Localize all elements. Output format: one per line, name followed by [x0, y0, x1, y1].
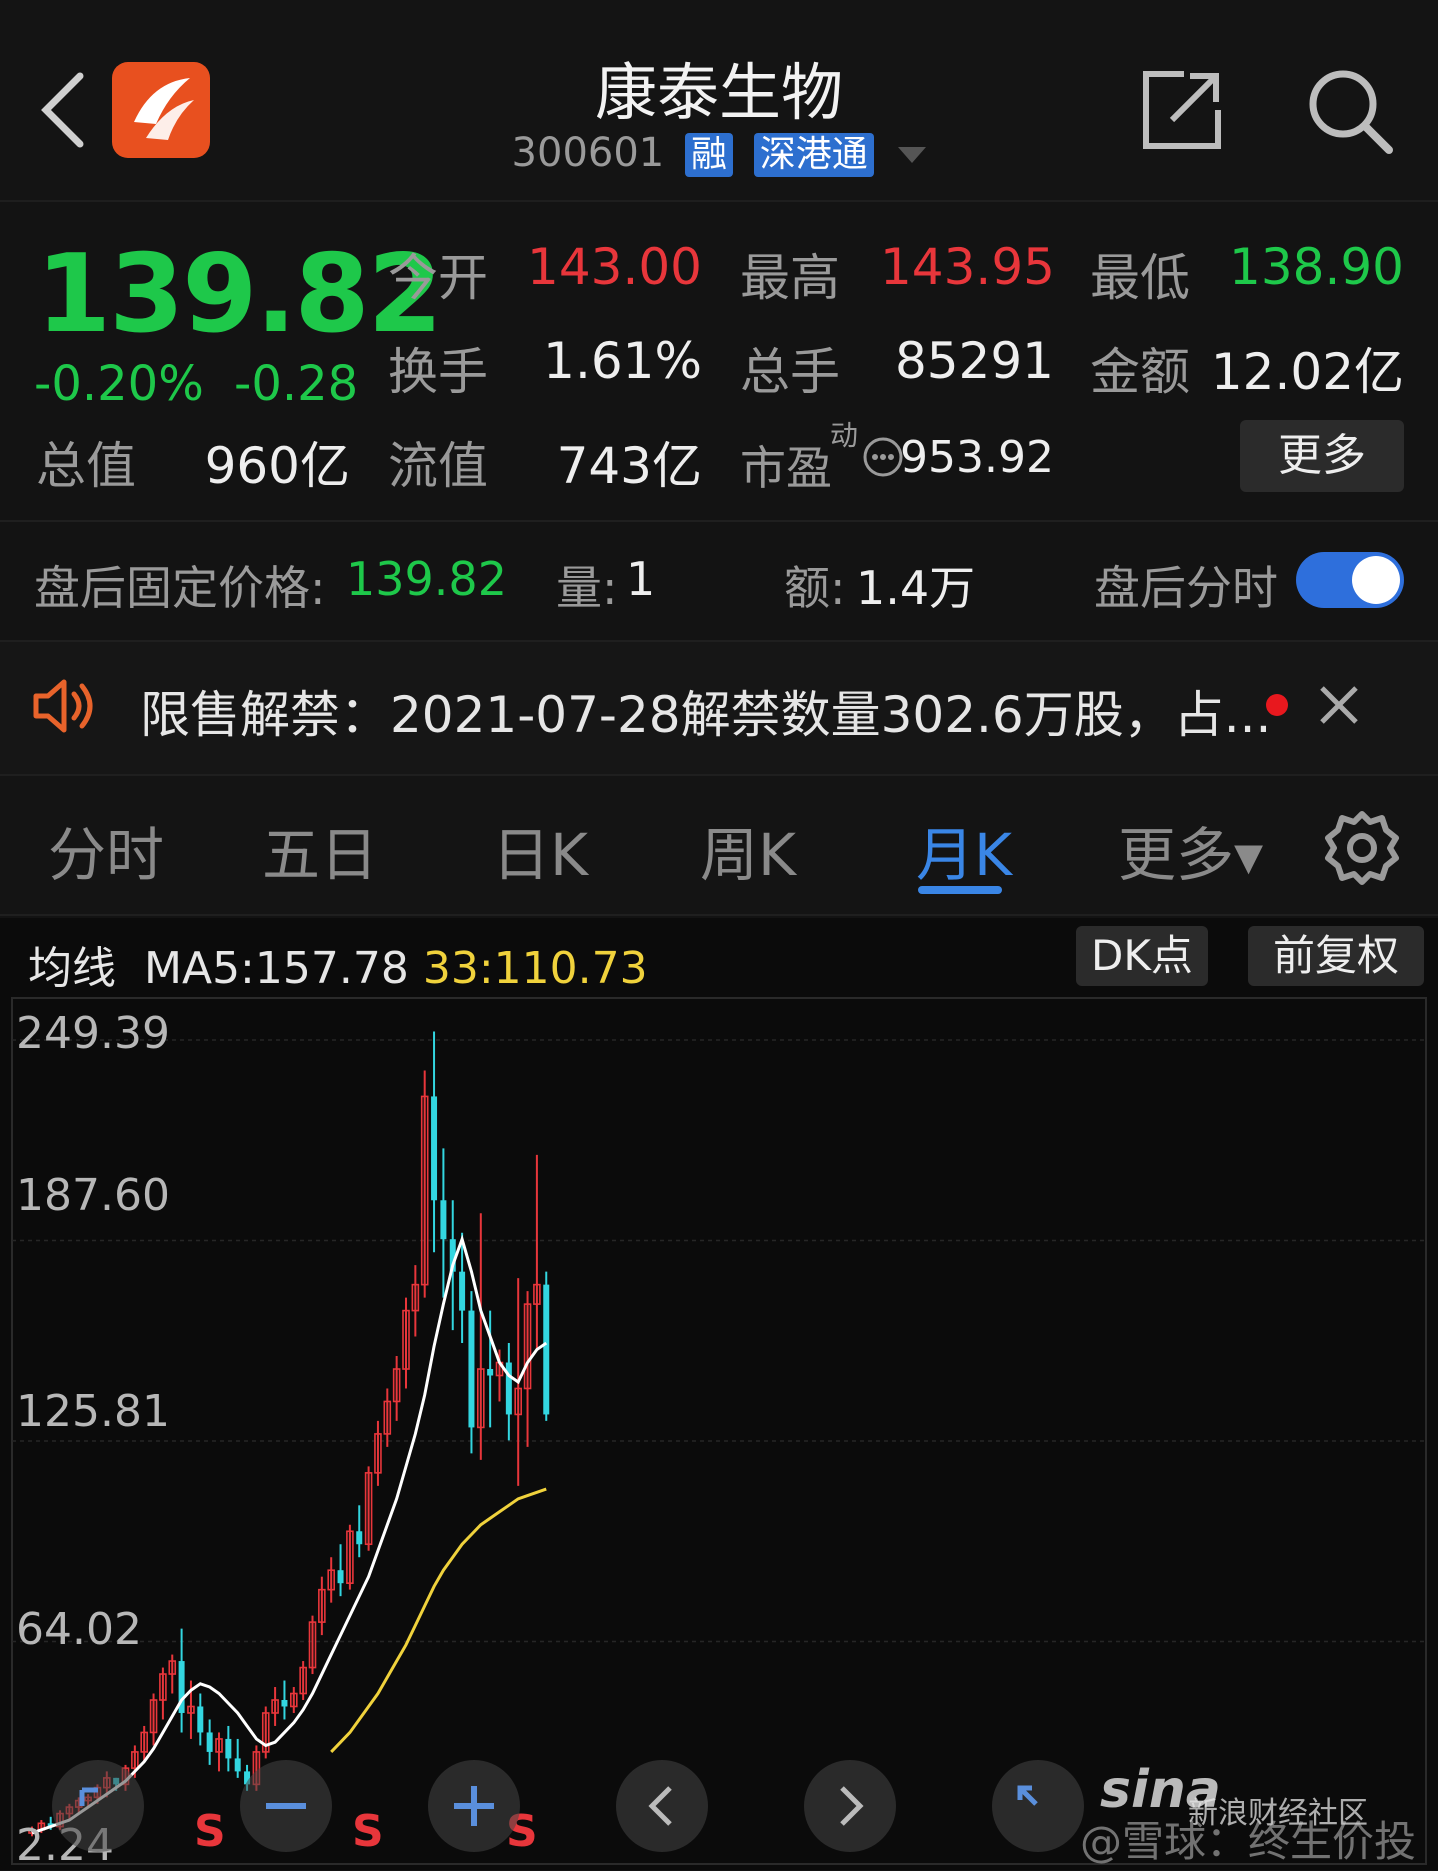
candle-body [206, 1732, 213, 1752]
y-tick-label: 249.39 [16, 1008, 170, 1059]
chevron-right-icon [840, 1786, 864, 1826]
arrows-icon [1017, 1785, 1038, 1806]
candle-body [431, 1096, 438, 1201]
xueqiu-watermark: @雪球：终生价投 [1080, 1817, 1417, 1866]
toggle-knob [1352, 556, 1400, 604]
y-tick-label: 64.02 [16, 1604, 142, 1655]
divider [0, 520, 1438, 522]
low-label: 最低 [1090, 249, 1190, 307]
share-icon[interactable] [1140, 68, 1224, 152]
more-dots-icon[interactable] [862, 436, 904, 478]
turnover-value: 1.61% [543, 332, 702, 390]
y-tick-label: 187.60 [16, 1170, 170, 1221]
tag-margin: 融 [684, 133, 733, 177]
chevron-left-icon [648, 1786, 672, 1826]
turnover-label: 换手 [388, 343, 488, 401]
change-pct: -0.20% [34, 356, 204, 412]
dk-point-button[interactable]: DK点 [1076, 926, 1208, 986]
adjust-button[interactable]: 前复权 [1248, 926, 1424, 986]
search-icon[interactable] [1305, 66, 1395, 156]
plus-icon [454, 1786, 494, 1826]
high-value: 143.95 [880, 238, 1055, 296]
pe-value: 953.92 [900, 432, 1054, 483]
tab-five-day[interactable]: 五日 [262, 808, 378, 892]
ma-legend: 均线 MA5:157.78 33:110.73 [28, 932, 648, 996]
tab-weekly-k[interactable]: 周K [700, 808, 796, 892]
candle-body [459, 1271, 466, 1311]
tab-intraday[interactable]: 分时 [48, 808, 164, 892]
ma33-line [330, 1487, 547, 1753]
high-label: 最高 [740, 249, 840, 307]
amount-value: 12.02亿 [1210, 343, 1404, 401]
ma5-value: MA5:157.78 [144, 943, 409, 994]
afterhours-amt-label: 额: [784, 561, 846, 615]
more-button[interactable]: 更多 [1240, 420, 1404, 492]
float-label: 流值 [388, 437, 488, 495]
chevron-down-icon[interactable] [898, 147, 927, 163]
gear-icon[interactable] [1324, 810, 1400, 886]
open-label: 今开 [388, 249, 488, 307]
afterhours-vol-label: 量: [556, 561, 618, 615]
low-value: 138.90 [1229, 238, 1404, 296]
kline-plot[interactable] [10, 996, 1428, 1866]
candle-body [440, 1200, 447, 1240]
active-tab-indicator [918, 886, 1002, 894]
candle-body [487, 1369, 494, 1376]
minus-icon [266, 1803, 306, 1809]
scroll-right-button[interactable] [804, 1760, 896, 1852]
sell-signal-marker: S [194, 1806, 226, 1857]
afterhours-price-label: 盘后固定价格: [34, 561, 326, 615]
pe-superscript: 动 [830, 419, 859, 452]
ma-label: 均线 [28, 943, 116, 994]
candle-body [468, 1310, 475, 1428]
mktcap-label: 总值 [36, 437, 136, 495]
candle-body [281, 1699, 288, 1707]
scroll-left-button[interactable] [616, 1760, 708, 1852]
plot-frame [11, 997, 1427, 1865]
zoom-in-button[interactable] [428, 1760, 520, 1852]
candle-body [356, 1531, 363, 1545]
volume-value: 85291 [894, 332, 1054, 390]
notice-text[interactable]: 限售解禁：2021-07-28解禁数量302.6万股，占... [140, 675, 1271, 747]
tab-daily-k[interactable]: 日K [492, 808, 588, 892]
amount-label: 金额 [1090, 343, 1190, 401]
candle-body [197, 1706, 204, 1733]
volume-label: 总手 [740, 343, 840, 401]
y-tick-label: 125.81 [16, 1386, 170, 1437]
close-icon[interactable] [1316, 682, 1362, 728]
expand-icon [79, 1787, 98, 1806]
sell-signal-marker: S [352, 1806, 384, 1857]
reset-zoom-button[interactable] [992, 1760, 1084, 1852]
last-price: 139.82 [36, 232, 443, 357]
tag-connect: 深港通 [753, 133, 874, 177]
speaker-icon [33, 679, 93, 733]
afterhours-amt-value: 1.4万 [856, 561, 976, 615]
mktcap-value: 960亿 [204, 437, 350, 495]
stock-code: 300601 [511, 130, 665, 176]
tab-monthly-k[interactable]: 月K [916, 808, 1012, 892]
fullscreen-button[interactable] [52, 1760, 144, 1852]
pe-label: 市盈 [740, 441, 832, 495]
candle-body [225, 1738, 232, 1759]
afterhours-toggle-label: 盘后分时 [1094, 561, 1278, 615]
open-value: 143.00 [527, 238, 702, 296]
zoom-out-button[interactable] [240, 1760, 332, 1852]
unread-dot [1266, 694, 1288, 716]
gridlines [12, 1039, 1426, 1643]
change-abs: -0.28 [234, 356, 359, 412]
ma33-value: 33:110.73 [422, 943, 648, 994]
candle-body [337, 1570, 344, 1584]
afterhours-vol-value: 1 [626, 552, 656, 606]
tab-more[interactable]: 更多▾ [1118, 808, 1263, 892]
candle-body [543, 1284, 550, 1415]
afterhours-price-value: 139.82 [346, 552, 507, 606]
float-value: 743亿 [556, 437, 702, 495]
